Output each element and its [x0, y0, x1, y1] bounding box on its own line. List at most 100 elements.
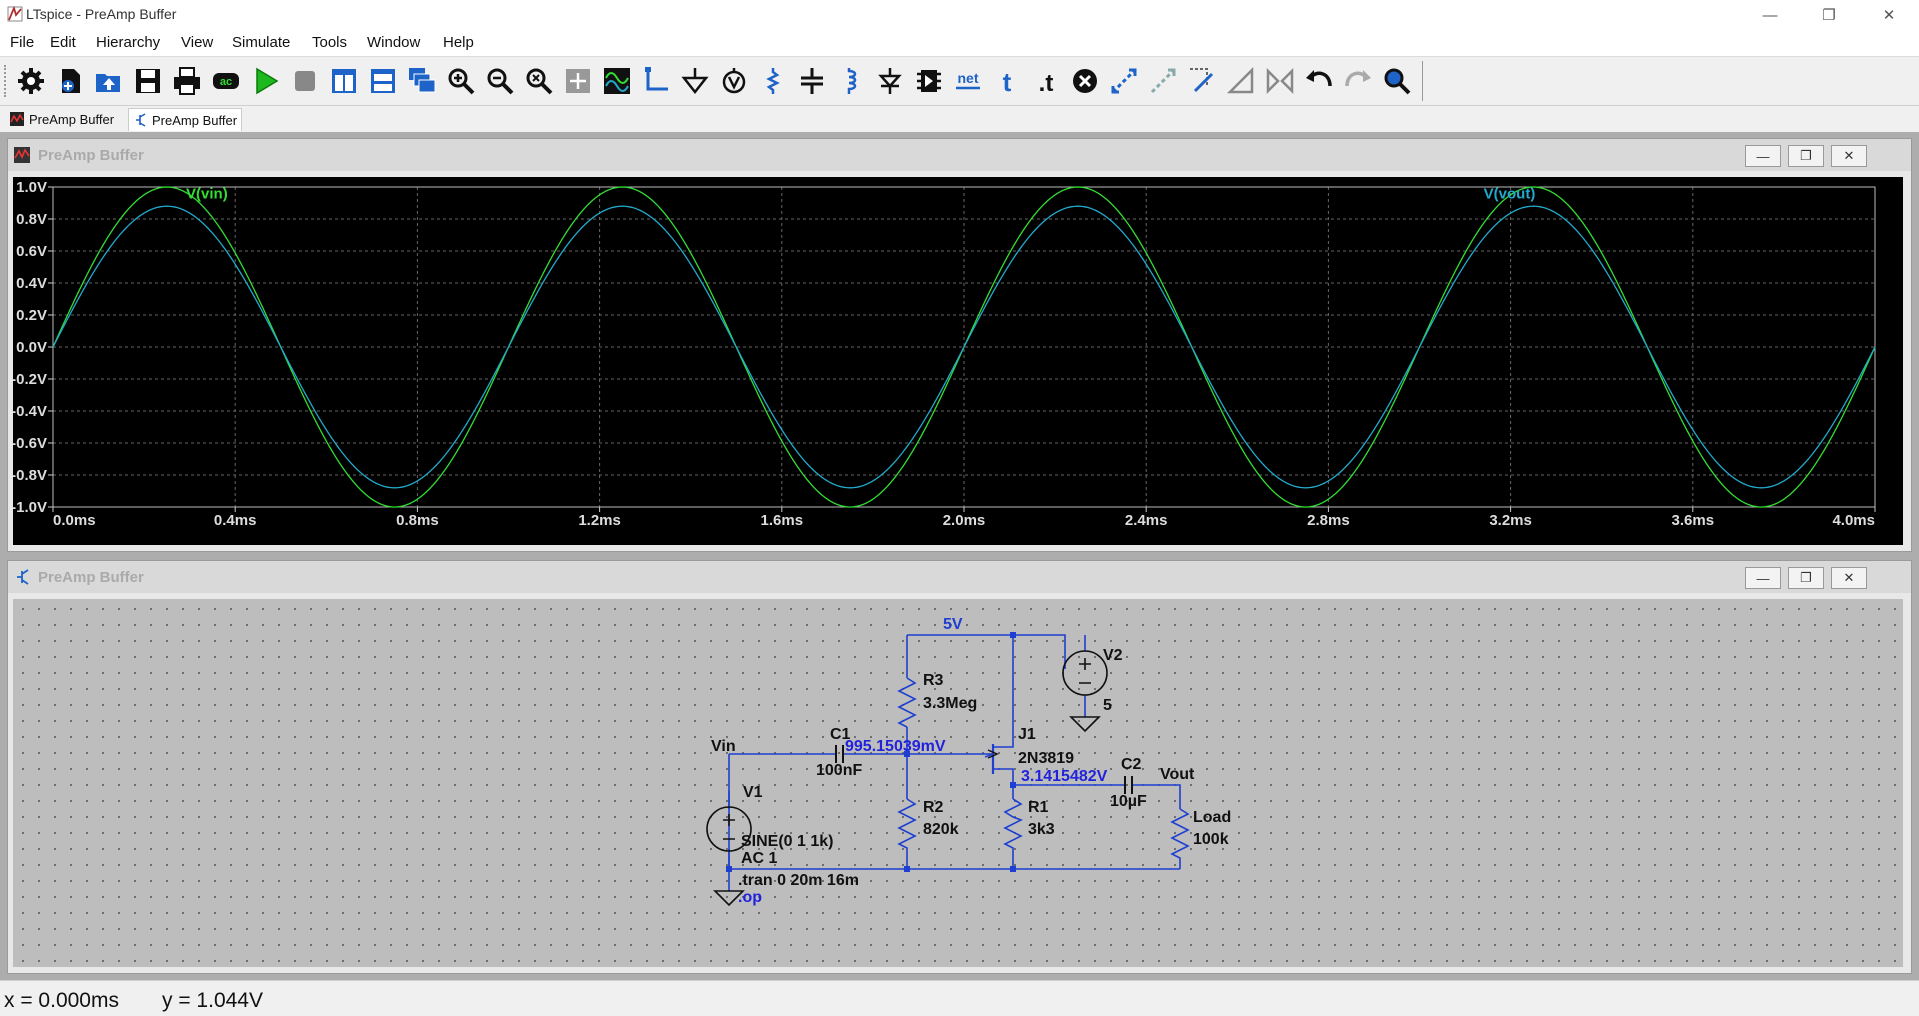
- mirror-button[interactable]: [1264, 65, 1296, 97]
- wire-icon: [645, 67, 668, 91]
- label-net-button[interactable]: [718, 65, 750, 97]
- net-label-5v[interactable]: 5V: [943, 616, 963, 633]
- resistor-r3[interactable]: [897, 677, 917, 728]
- resistor-button[interactable]: [757, 65, 789, 97]
- mdi-area: PreAmp Buffer — ❐ ✕ 0.0ms 0.4ms 0.8ms 1.2ms…: [0, 132, 1919, 980]
- plot-minimize-button[interactable]: —: [1745, 145, 1781, 167]
- net-label-vout[interactable]: Vout: [1160, 766, 1195, 783]
- cascade-button[interactable]: [406, 65, 438, 97]
- junction-dot: [1010, 632, 1016, 638]
- schematic-canvas[interactable]: 5V V2 5 R3 3.3Meg J1 2N3819 Vin C1 100nF…: [13, 599, 1903, 967]
- plot-area[interactable]: 0.0ms 0.4ms 0.8ms 1.2ms 1.6ms 2.0ms 2.4ms 2.8ms…: [11, 177, 1903, 545]
- net-icon-label: net: [958, 70, 979, 86]
- directive-op[interactable]: .op: [738, 889, 762, 906]
- pan-button[interactable]: [562, 65, 594, 97]
- capacitor-button[interactable]: [796, 65, 828, 97]
- toolbar-grip[interactable]: [4, 65, 12, 97]
- menu-help[interactable]: Help: [443, 34, 474, 51]
- menu-tools[interactable]: Tools: [312, 34, 347, 51]
- schematic-minimize-button[interactable]: —: [1745, 567, 1781, 589]
- capacitor-c1[interactable]: [835, 745, 844, 763]
- tab-schematic[interactable]: PreAmp Buffer: [128, 108, 243, 131]
- menu-edit[interactable]: Edit: [50, 34, 76, 51]
- tile-horizontal-button[interactable]: [367, 65, 399, 97]
- directive-tran[interactable]: .tran 0 20m 16m: [738, 872, 859, 889]
- inductor-button[interactable]: [835, 65, 867, 97]
- resistor-r1[interactable]: [1003, 798, 1023, 869]
- move-icon: [1111, 68, 1137, 94]
- y-tick-label: -0.8V: [13, 467, 47, 484]
- tab-waveform[interactable]: PreAmp Buffer: [6, 108, 118, 130]
- y-tick-label: 1.0V: [16, 179, 47, 196]
- wire-drain[interactable]: [993, 635, 1014, 748]
- draw-wire-button[interactable]: [640, 65, 672, 97]
- component-button[interactable]: [913, 65, 945, 97]
- drag-button[interactable]: [1147, 65, 1179, 97]
- capacitor-c2[interactable]: [1124, 776, 1133, 794]
- c2-value: 10µF: [1110, 793, 1147, 810]
- voltage-source-v2[interactable]: [1062, 650, 1108, 696]
- menu-file[interactable]: File: [10, 34, 34, 51]
- zoom-in-button[interactable]: [445, 65, 477, 97]
- menu-view[interactable]: View: [181, 34, 213, 51]
- plot-window: PreAmp Buffer — ❐ ✕ 0.0ms 0.4ms 0.8ms 1.2ms…: [7, 138, 1912, 552]
- schematic-maximize-button[interactable]: ❐: [1788, 567, 1824, 589]
- text-button[interactable]: t: [991, 65, 1023, 97]
- y-tick-label: -1.0V: [13, 499, 47, 516]
- zoom-out-button[interactable]: [484, 65, 516, 97]
- junction-dot: [1010, 782, 1016, 788]
- diode-button[interactable]: [874, 65, 906, 97]
- plot-window-title: PreAmp Buffer: [38, 147, 144, 164]
- zoom-out-icon: [487, 68, 514, 95]
- net-label-vin[interactable]: Vin: [711, 738, 736, 755]
- close-button[interactable]: ✕: [1866, 0, 1912, 30]
- new-schematic-button[interactable]: [55, 65, 87, 97]
- plot-maximize-button[interactable]: ❐: [1788, 145, 1824, 167]
- r3-ref: R3: [923, 672, 944, 689]
- zoom-fit-icon: [526, 68, 553, 95]
- close-icon: ✕: [1882, 7, 1896, 24]
- schematic-close-button[interactable]: ✕: [1831, 567, 1867, 589]
- save-button[interactable]: [132, 65, 164, 97]
- ground-button[interactable]: [679, 65, 711, 97]
- open-button[interactable]: [93, 65, 125, 97]
- undo-button[interactable]: [1303, 65, 1335, 97]
- resistor-r2[interactable]: [897, 798, 917, 869]
- print-button[interactable]: [171, 65, 203, 97]
- schematic-window-title: PreAmp Buffer: [38, 569, 144, 586]
- r2-ref: R2: [923, 799, 944, 816]
- waveform-plot[interactable]: 0.0ms 0.4ms 0.8ms 1.2ms 1.6ms 2.0ms 2.4ms 2.8ms…: [11, 177, 1903, 545]
- menu-hierarchy[interactable]: Hierarchy: [96, 34, 160, 51]
- run-button[interactable]: [250, 65, 282, 97]
- inductor-icon: [847, 68, 857, 94]
- schematic-drawing[interactable]: 5V V2 5 R3 3.3Meg J1 2N3819 Vin C1 100nF…: [13, 599, 1903, 967]
- halt-button[interactable]: [289, 65, 321, 97]
- schematic-window-caption[interactable]: PreAmp Buffer — ❐ ✕: [8, 561, 1911, 593]
- tile-vertical-button[interactable]: [328, 65, 360, 97]
- ac-analysis-button[interactable]: ac: [210, 65, 242, 97]
- delete-button[interactable]: [1069, 65, 1101, 97]
- x-tick-label: 2.0ms: [943, 512, 986, 529]
- net-name-button[interactable]: net: [952, 65, 984, 97]
- settings-button[interactable]: [15, 65, 47, 97]
- copy-button[interactable]: [1186, 65, 1218, 97]
- v1-ac: AC 1: [741, 850, 778, 867]
- menu-simulate[interactable]: Simulate: [232, 34, 290, 51]
- minimize-icon: —: [1762, 6, 1778, 24]
- restore-button[interactable]: ❐: [1806, 0, 1852, 30]
- x-tick-label: 3.6ms: [1672, 512, 1715, 529]
- waveform-button[interactable]: [601, 65, 633, 97]
- spice-directive-button[interactable]: .t: [1030, 65, 1062, 97]
- plot-close-button[interactable]: ✕: [1831, 145, 1867, 167]
- resistor-load[interactable]: [1170, 808, 1190, 869]
- zoom-fit-button[interactable]: [523, 65, 555, 97]
- menu-window[interactable]: Window: [367, 34, 420, 51]
- redo-button[interactable]: [1342, 65, 1374, 97]
- ground-symbol-v2[interactable]: [1069, 716, 1101, 733]
- find-button[interactable]: [1381, 65, 1413, 97]
- plot-window-caption[interactable]: PreAmp Buffer — ❐ ✕: [8, 139, 1911, 171]
- wire-supply[interactable]: [907, 634, 1066, 669]
- minimize-button[interactable]: —: [1747, 0, 1793, 30]
- rotate-button[interactable]: [1225, 65, 1257, 97]
- move-button[interactable]: [1108, 65, 1140, 97]
